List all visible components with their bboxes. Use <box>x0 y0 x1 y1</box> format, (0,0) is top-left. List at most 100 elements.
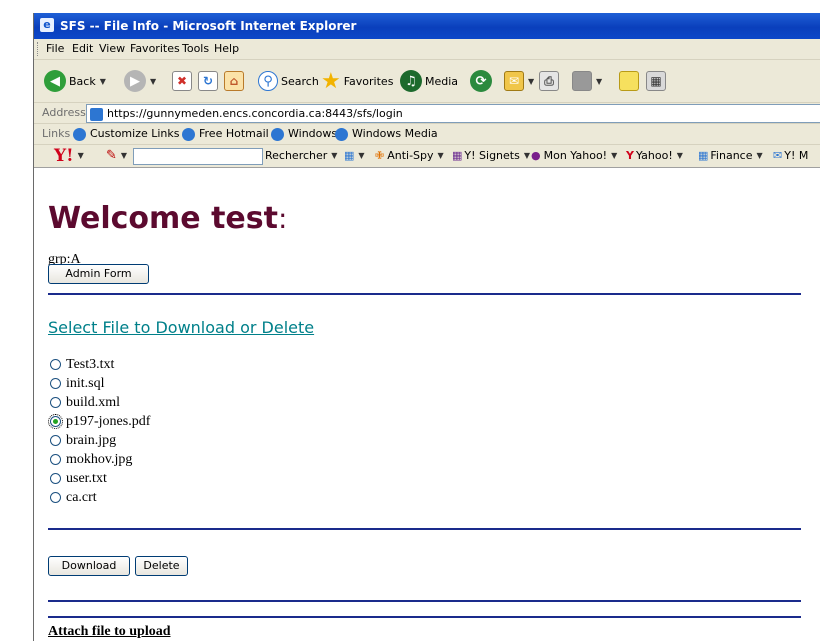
chevron-down-icon: ▼ <box>99 76 106 86</box>
yahoo-button[interactable]: Y Yahoo! ▼ <box>626 145 683 167</box>
yahoo-logo[interactable]: Y! ▼ <box>54 145 84 167</box>
mail-icon: ✉ <box>504 71 524 91</box>
yahoo-search-input[interactable] <box>133 148 263 165</box>
address-bar: Address https://gunnymeden.encs.concordi… <box>34 103 820 124</box>
forward-button[interactable]: ▶ ▼ <box>124 68 156 94</box>
link-free-hotmail[interactable]: Free Hotmail <box>182 124 269 144</box>
messenger-button[interactable]: ▦ <box>646 68 666 94</box>
links-bar: Links Customize Links Free Hotmail Windo… <box>34 124 820 145</box>
file-option[interactable]: mokhov.jpg <box>50 450 150 469</box>
print-button[interactable]: ⎙ <box>539 68 559 94</box>
discuss-button[interactable] <box>619 68 639 94</box>
mon-yahoo-icon: ● <box>531 149 541 162</box>
admin-form-button[interactable]: Admin Form <box>48 264 149 284</box>
select-file-link[interactable]: Select File to Download or Delete <box>48 318 314 337</box>
file-option[interactable]: build.xml <box>50 393 150 412</box>
pencil-button[interactable]: ✎ ▼ <box>106 145 127 167</box>
ie-page-icon <box>182 127 195 141</box>
mail-icon: ✉ <box>773 149 783 162</box>
menu-help[interactable]: Help <box>214 39 239 59</box>
menu-file[interactable]: File <box>46 39 64 59</box>
media-icon: ♫ <box>400 70 422 92</box>
stop-button[interactable]: ✖ <box>172 68 192 94</box>
search-button[interactable]: ⚲ Search <box>258 68 319 94</box>
address-input[interactable]: https://gunnymeden.encs.concordia.ca:844… <box>86 104 820 123</box>
signets-button[interactable]: ▦ Y! Signets ▼ <box>452 145 530 167</box>
back-arrow-icon: ◀ <box>44 70 66 92</box>
ie-icon: e <box>40 18 54 32</box>
delete-button[interactable]: Delete <box>135 556 188 576</box>
window-title: SFS -- File Info - Microsoft Internet Ex… <box>60 19 357 33</box>
file-option[interactable]: Test3.txt <box>50 355 150 374</box>
menu-edit[interactable]: Edit <box>72 39 93 59</box>
file-option[interactable]: init.sql <box>50 374 150 393</box>
antispy-button[interactable]: ✙ Anti-Spy ▼ <box>375 145 444 167</box>
menu-favorites[interactable]: Favorites <box>130 39 180 59</box>
file-radio[interactable] <box>50 435 61 446</box>
download-button[interactable]: Download <box>48 556 130 576</box>
address-url: https://gunnymeden.encs.concordia.ca:844… <box>107 107 403 120</box>
finance-button[interactable]: ▦ Finance ▼ <box>698 145 763 167</box>
file-option-selected[interactable]: p197-jones.pdf <box>48 412 150 431</box>
file-radio[interactable] <box>50 378 61 389</box>
refresh-icon: ↻ <box>198 71 218 91</box>
back-button[interactable]: ◀ Back ▼ <box>44 68 106 94</box>
media-button[interactable]: ♫ Media <box>400 68 458 94</box>
divider <box>48 293 801 295</box>
ie-page-icon <box>335 127 348 141</box>
file-option[interactable]: ca.crt <box>50 488 150 507</box>
file-option[interactable]: user.txt <box>50 469 150 488</box>
file-list: Test3.txt init.sql build.xml p197-jones.… <box>48 355 150 507</box>
edit-button[interactable]: ▼ <box>572 68 602 94</box>
antispy-icon: ✙ <box>375 149 385 162</box>
mail-button[interactable]: ✉ ▼ <box>504 68 534 94</box>
history-icon: ⟳ <box>470 70 492 92</box>
finance-icon: ▦ <box>698 149 709 162</box>
yahoo-y-icon: Y <box>626 149 634 162</box>
refresh-button[interactable]: ↻ <box>198 68 218 94</box>
stop-icon: ✖ <box>172 71 192 91</box>
ymail-button[interactable]: ✉ Y! M <box>773 145 808 167</box>
page-icon <box>90 107 103 121</box>
file-radio[interactable] <box>50 454 61 465</box>
file-radio[interactable] <box>50 397 61 408</box>
address-label: Address <box>42 106 86 119</box>
home-button[interactable]: ⌂ <box>224 68 244 94</box>
ie-page-icon <box>73 127 86 141</box>
links-label: Links <box>42 127 71 140</box>
pencil-icon: ✎ <box>106 148 117 163</box>
chevron-down-icon: ▼ <box>331 151 338 160</box>
divider <box>48 616 801 618</box>
file-radio[interactable] <box>50 492 61 503</box>
rechercher-button[interactable]: Rechercher ▼ <box>265 145 337 167</box>
chevron-down-icon: ▼ <box>437 151 444 160</box>
chevron-down-icon: ▼ <box>756 151 763 160</box>
file-radio[interactable] <box>50 359 61 370</box>
favorites-star-icon: ★ <box>321 68 341 94</box>
history-button[interactable]: ⟳ <box>470 68 492 94</box>
title-bar: e SFS -- File Info - Microsoft Internet … <box>34 13 820 39</box>
link-customize-links[interactable]: Customize Links <box>73 124 180 144</box>
menu-tools[interactable]: Tools <box>182 39 209 59</box>
search-icon: ⚲ <box>258 71 278 91</box>
messenger-icon: ▦ <box>646 71 666 91</box>
file-radio[interactable] <box>50 473 61 484</box>
menu-grip-icon[interactable] <box>37 42 40 56</box>
link-windows[interactable]: Windows <box>271 124 337 144</box>
link-windows-media[interactable]: Windows Media <box>335 124 438 144</box>
chevron-down-icon: ▼ <box>358 151 365 160</box>
forward-arrow-icon: ▶ <box>124 70 146 92</box>
highlight-button[interactable]: ▦ ▼ <box>344 145 365 167</box>
chevron-down-icon: ▼ <box>523 151 530 160</box>
chevron-down-icon: ▼ <box>596 76 603 86</box>
favorites-button[interactable]: ★ Favorites <box>321 68 393 94</box>
menu-view[interactable]: View <box>99 39 125 59</box>
divider <box>48 600 801 602</box>
chevron-down-icon: ▼ <box>150 76 157 86</box>
mon-yahoo-button[interactable]: ● Mon Yahoo! ▼ <box>531 145 617 167</box>
page-title: Welcome test: <box>48 201 288 236</box>
page-content: Welcome test: grp:A Admin Form Select Fi… <box>34 168 820 641</box>
file-option[interactable]: brain.jpg <box>50 431 150 450</box>
file-radio[interactable] <box>48 414 63 429</box>
discuss-icon <box>619 71 639 91</box>
